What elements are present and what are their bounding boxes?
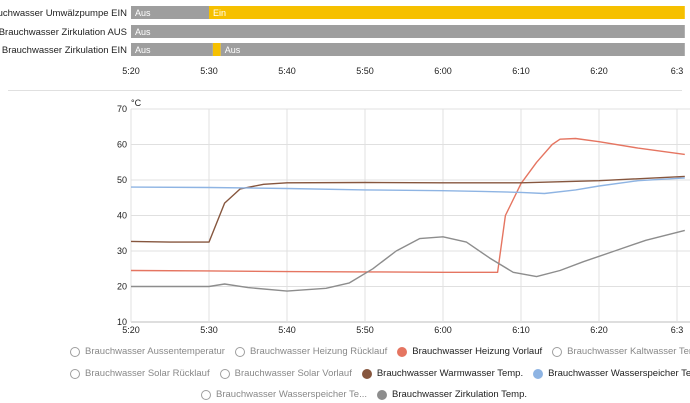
temperature-line-chart: 102030405060705:20 5:30 5:40 5:50 6:00 6:10 6:… — [117, 98, 690, 335]
timeline-tick-label: 5:20 — [122, 66, 140, 76]
timeline-segment-state: Aus — [225, 45, 241, 55]
legend-item[interactable]: Brauchwasser Solar Rücklauf — [70, 368, 210, 379]
timeline-segment[interactable] — [209, 6, 685, 19]
legend-label: Brauchwasser Aussentemperatur — [85, 346, 225, 357]
y-tick-label: 40 — [117, 211, 127, 221]
timeline-tick-label: 6:20 — [590, 66, 608, 76]
timeline-segment-state: Aus — [135, 45, 151, 55]
legend-marker-icon — [70, 368, 80, 379]
x-tick-label: 5:20 — [122, 325, 140, 335]
legend-row: Brauchwasser Solar Rücklauf Brauchwasser … — [70, 368, 690, 379]
timeline-segment-state: Ein — [213, 8, 226, 18]
legend-item[interactable]: Brauchwasser Wasserspeicher Te... — [201, 389, 367, 400]
x-tick-label: 6:10 — [512, 325, 530, 335]
legend-marker-icon — [234, 346, 245, 357]
series-line[interactable] — [131, 229, 685, 292]
legend-marker-icon — [552, 346, 563, 357]
y-tick-label: 20 — [117, 282, 127, 292]
timeline-row-label: Brauchwasser Umwälzpumpe EIN — [0, 8, 127, 19]
legend-label: Brauchwasser Warmwasser Temp. — [376, 368, 524, 379]
legend-marker-icon — [533, 368, 544, 379]
timeline-segment-state: Aus — [135, 27, 151, 37]
timeline-tick-label: 6:00 — [434, 66, 452, 76]
state-timeline: Brauchwasser Umwälzpumpe EIN Aus Ein Brauch… — [0, 6, 685, 76]
x-tick-label: 5:30 — [200, 325, 218, 335]
legend-label: Brauchwasser Solar Rücklauf — [85, 368, 210, 379]
y-axis-unit: °C — [131, 98, 142, 108]
legend-label: Brauchwasser Wasserspeicher Te... — [548, 368, 690, 379]
timeline-segment[interactable] — [131, 25, 685, 38]
x-tick-label: 5:50 — [356, 325, 374, 335]
timeline-segment[interactable] — [220, 43, 685, 56]
legend-marker-icon — [397, 346, 408, 357]
series-line[interactable] — [130, 137, 685, 273]
timeline-tick-label: 5:40 — [278, 66, 296, 76]
legend-item[interactable]: Brauchwasser Kaltwasser Temp. — [552, 346, 690, 357]
legend-marker-icon — [361, 368, 372, 379]
timeline-segment[interactable] — [212, 43, 221, 56]
y-tick-label: 50 — [117, 175, 127, 185]
legend-marker-icon — [70, 346, 80, 357]
x-tick-label: 5:40 — [278, 325, 296, 335]
legend-marker-icon — [219, 368, 230, 379]
legend-item[interactable]: Brauchwasser Heizung Rücklauf — [234, 346, 388, 357]
legend-label: Brauchwasser Solar Vorlauf — [234, 368, 352, 379]
y-tick-label: 60 — [117, 140, 127, 150]
legend-item[interactable]: Brauchwasser Zirkulation Temp. — [377, 389, 527, 400]
legend-item[interactable]: Brauchwasser Heizung Vorlauf — [397, 346, 542, 357]
x-tick-label: 6:20 — [590, 325, 608, 335]
legend-label: Brauchwasser Kaltwasser Temp. — [567, 346, 690, 357]
timeline-row-label: Brauchwasser Zirkulation EIN — [2, 45, 127, 56]
divider — [8, 90, 682, 91]
legend-label: Brauchwasser Heizung Vorlauf — [412, 346, 543, 357]
legend-marker-icon — [377, 389, 388, 400]
timeline-segment-state: Aus — [135, 8, 151, 18]
y-tick-label: 30 — [117, 246, 127, 256]
timeline-row-label: Brauchwasser Zirkulation AUS — [0, 27, 127, 38]
legend-item[interactable]: Brauchwasser Solar Vorlauf — [219, 368, 352, 379]
x-tick-label: 6:00 — [434, 325, 452, 335]
legend-label: Brauchwasser Wasserspeicher Te... — [216, 389, 368, 400]
legend-label: Brauchwasser Zirkulation Temp. — [392, 389, 528, 400]
legend-row: Brauchwasser Aussentemperatur Brauchwasse… — [70, 346, 690, 357]
timeline-tick-label: 6:10 — [512, 66, 530, 76]
legend-item[interactable]: Brauchwasser Warmwasser Temp. — [361, 368, 524, 379]
y-tick-label: 70 — [117, 104, 127, 114]
timeline-tick-label: 6:3 — [671, 66, 684, 76]
legend-item[interactable]: Brauchwasser Wasserspeicher Te... — [533, 368, 690, 379]
timeline-tick-label: 5:50 — [356, 66, 374, 76]
x-tick-label: 6:3 — [671, 325, 684, 335]
legend-marker-icon — [201, 389, 211, 400]
legend-row: Brauchwasser Wasserspeicher Te... Brauchw… — [201, 389, 527, 400]
timeline-tick-label: 5:30 — [200, 66, 218, 76]
legend-item[interactable]: Brauchwasser Aussentemperatur — [70, 346, 225, 357]
legend-label: Brauchwasser Heizung Rücklauf — [249, 346, 388, 357]
